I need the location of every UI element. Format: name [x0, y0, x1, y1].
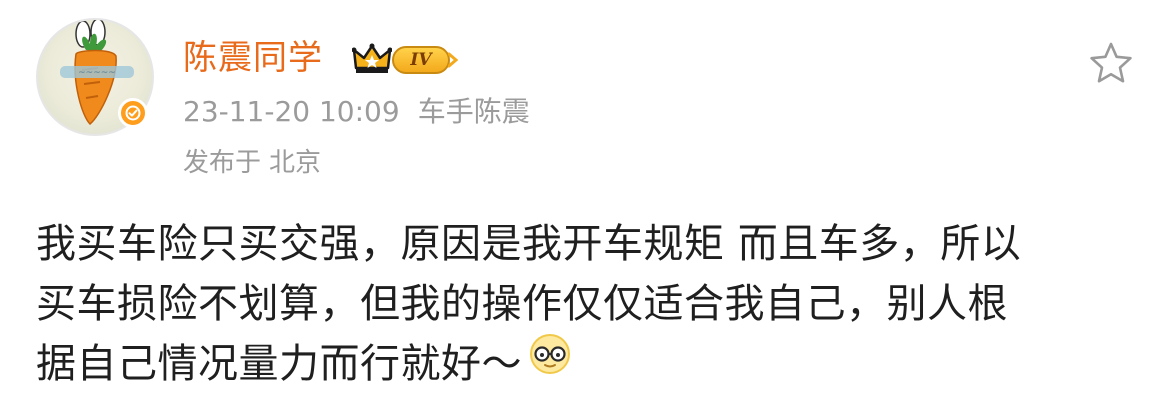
post-text-line: 买车损险不划算，但我的操作仅仅适合我自己，别人根	[36, 281, 1008, 327]
post-location: 发布于 北京	[183, 145, 321, 181]
level-badge: IV	[392, 46, 450, 74]
nerd-glasses-emoji-icon	[528, 332, 572, 393]
post-source[interactable]: 车手陈震	[418, 95, 530, 128]
post-text-line-last: 据自己情况量力而行就好～	[36, 332, 1136, 394]
post-text-line: 据自己情况量力而行就好～	[36, 341, 522, 387]
post-text-line: 我买车险只买交强，原因是我开车规矩 而且车多，所以	[36, 221, 1022, 267]
avatar[interactable]: ~~~~~	[36, 18, 154, 136]
location-city: 北京	[269, 148, 322, 178]
post-body: 我买车险只买交强，原因是我开车规矩 而且车多，所以 买车损险不划算，但我的操作仅…	[36, 214, 1136, 394]
username[interactable]: 陈震同学	[183, 36, 323, 80]
post-timestamp: 23-11-20 10:09	[183, 95, 400, 128]
level-badge-arrow-icon	[447, 52, 459, 68]
svg-text:~~~~~: ~~~~~	[78, 68, 116, 78]
verified-badge-icon	[118, 98, 148, 128]
crown-icon	[351, 42, 393, 80]
favorite-button[interactable]	[1088, 40, 1134, 86]
location-prefix: 发布于	[183, 148, 262, 178]
post-meta: 23-11-20 10:09 车手陈震	[183, 93, 530, 131]
star-outline-icon	[1090, 42, 1132, 83]
